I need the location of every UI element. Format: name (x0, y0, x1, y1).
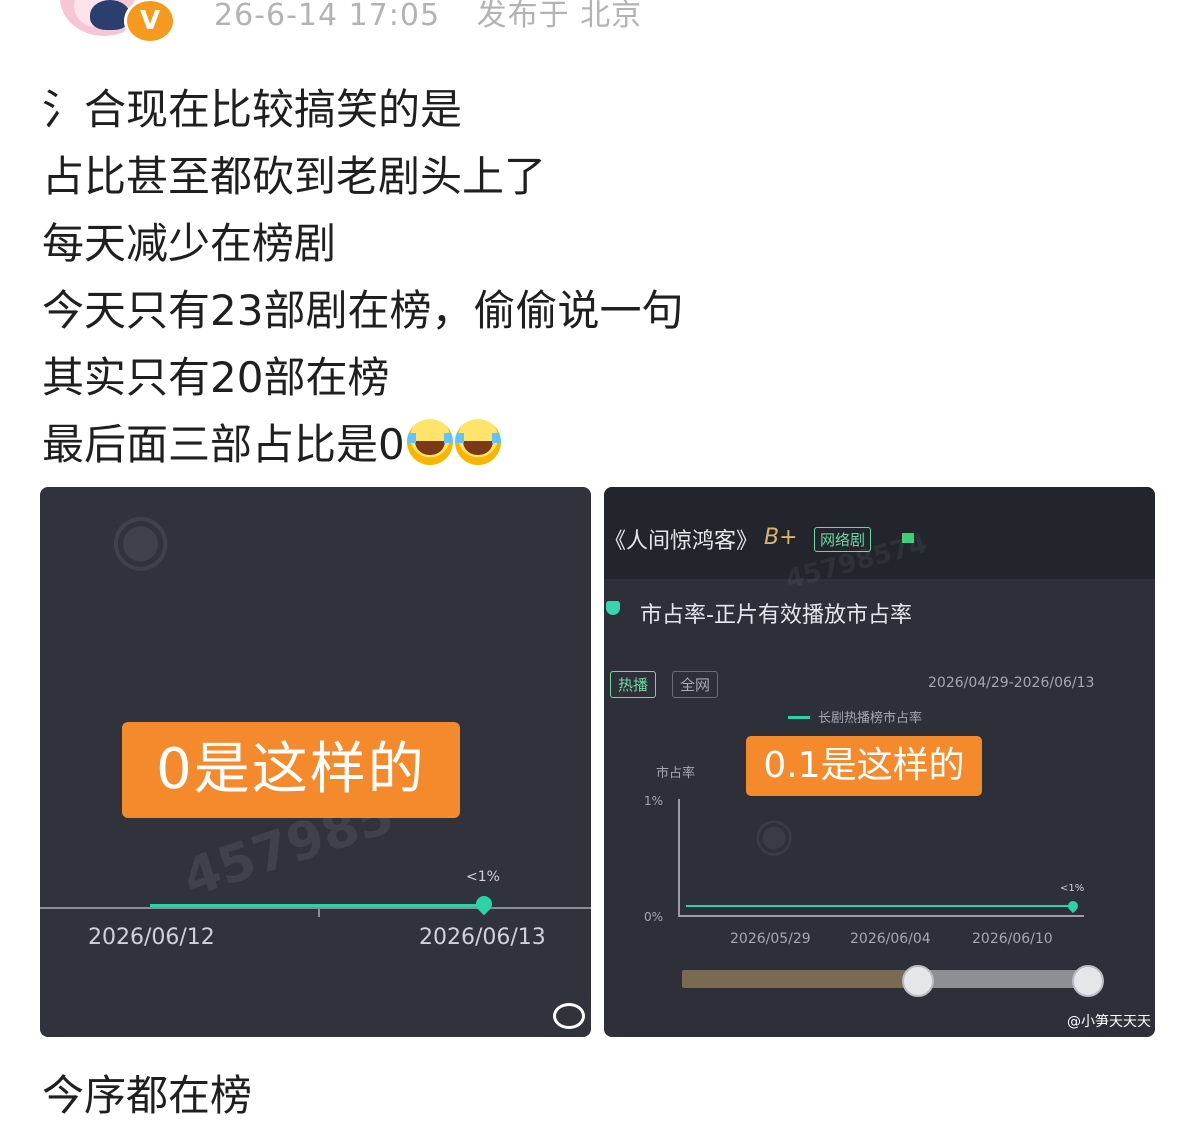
watermark-logo: ◉ (110, 497, 172, 579)
y-tick-label: 0% (644, 910, 664, 924)
trophy-icon (606, 601, 620, 615)
data-point-pin-icon (1065, 898, 1081, 914)
series-line (686, 905, 1074, 907)
date-range: 2026/04/29-2026/06/13 (928, 675, 1095, 691)
overlay-label: 0是这样的 (122, 722, 460, 818)
x-axis (40, 907, 591, 909)
post-image-1[interactable]: ◉ 457985 0是这样的 <1% 2026/06/12 2026/06/13 (40, 487, 591, 1037)
drama-grade: B+ (764, 525, 798, 550)
data-label: <1% (466, 869, 500, 885)
chip-all-network[interactable]: 全网 (672, 671, 719, 698)
laugh-cry-emoji-icon (454, 419, 501, 465)
post-meta: 26-6-14 17:05 发布于 北京 (214, 0, 668, 34)
data-point-pin-icon (472, 892, 496, 916)
image-credit: @小笋天天天 (1067, 1014, 1151, 1030)
range-slider-selection (916, 970, 1086, 988)
truncated-post-line: 今序都在榜 (42, 1071, 253, 1120)
section-title: 市占率-正片有效播放市占率 (640, 603, 912, 628)
x-tick-label: 2026/06/10 (972, 931, 1053, 947)
post-image-2[interactable]: 《人间惊鸿客》 B+ 网络剧 45798574 市占率-正片有效播放市占率 热播… (604, 487, 1155, 1037)
x-axis (678, 915, 1084, 917)
range-slider-end-handle[interactable] (1072, 965, 1104, 997)
post-line-text: 最后面三部占比是0 (42, 420, 405, 469)
overlay-label: 0.1是这样的 (746, 736, 982, 796)
legend-label: 长剧热播榜市占率 (818, 711, 923, 726)
y-axis-label: 市占率 (656, 766, 696, 781)
post-location: 发布于 北京 (476, 0, 643, 33)
post-line: 每天减少在榜剧 (42, 219, 337, 268)
post-text: 氵合现在比较搞笑的是 占比甚至都砍到老剧头上了 每天减少在榜剧 今天只有23部剧… (42, 76, 683, 478)
watermark-logo: ◉ (754, 807, 795, 861)
post-line: 最后面三部占比是0 (42, 411, 683, 478)
drama-title: 《人间惊鸿客》 (604, 529, 759, 554)
y-axis (678, 799, 680, 917)
post-line: 占比甚至都砍到老剧头上了 (42, 152, 547, 201)
weibo-logo-icon (553, 1003, 585, 1029)
x-axis-tick (318, 907, 320, 917)
post-line: 其实只有20部在榜 (42, 353, 390, 402)
post-line: 今天只有23部剧在榜，偷偷说一句 (42, 286, 684, 335)
chip-hot[interactable]: 热播 (610, 671, 657, 698)
y-tick-label: 1% (644, 794, 664, 808)
x-tick-label: 2026/06/13 (419, 925, 546, 950)
x-tick-label: 2026/05/29 (730, 931, 811, 947)
post-line: 氵合现在比较搞笑的是 (42, 85, 463, 134)
range-slider-start-handle[interactable] (902, 965, 934, 997)
data-label: <1% (1060, 883, 1085, 894)
series-line (150, 904, 484, 907)
x-tick-label: 2026/06/12 (88, 925, 215, 950)
laugh-cry-emoji-icon (406, 419, 453, 465)
verified-badge-icon: V (124, 0, 176, 44)
post-timestamp: 26-6-14 17:05 (214, 0, 441, 33)
legend-swatch (788, 716, 810, 719)
x-tick-label: 2026/06/04 (850, 931, 931, 947)
